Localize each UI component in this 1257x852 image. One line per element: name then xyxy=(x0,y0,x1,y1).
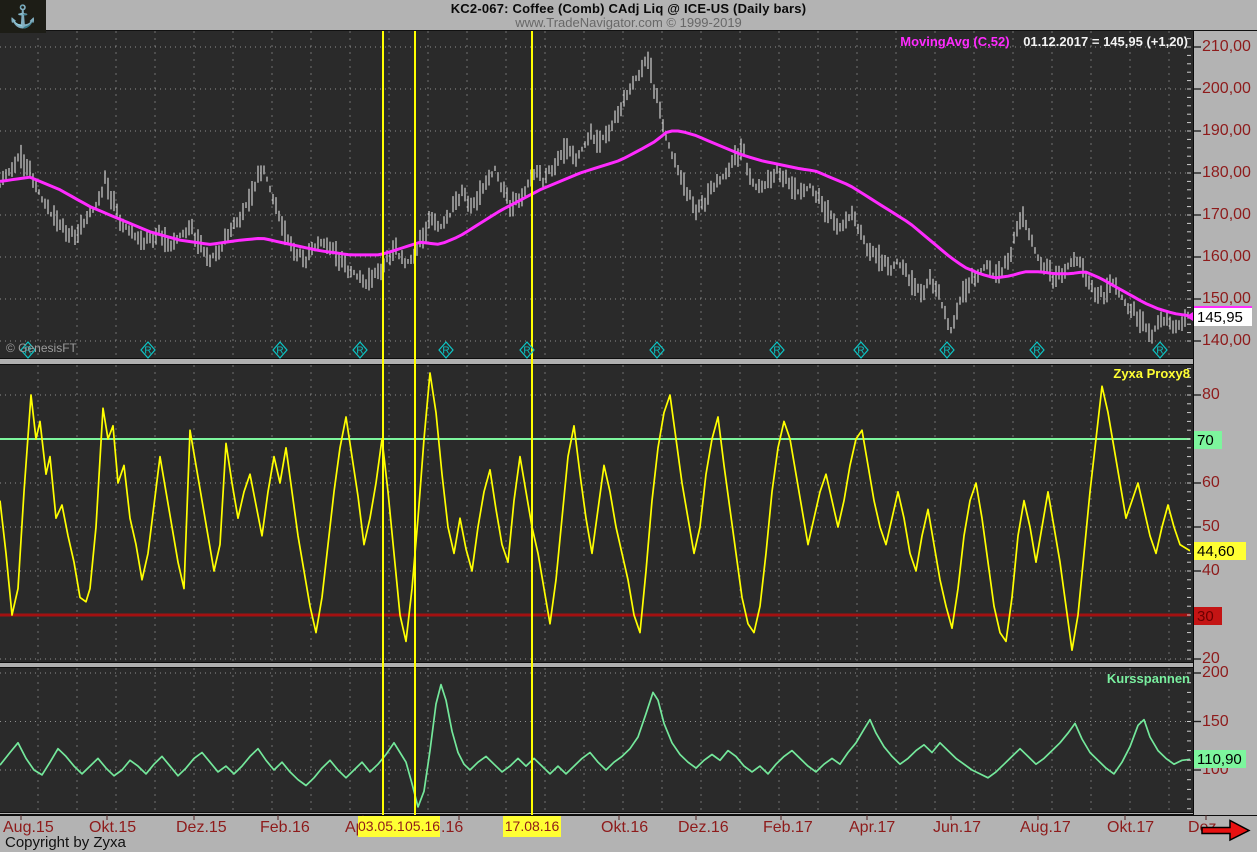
price-panel[interactable] xyxy=(0,30,1193,358)
anchor-icon: ⚓ xyxy=(9,6,36,28)
trade-navigator-window: RRRRRRRRRRRR KC2-067: Coffee (Comb) CAdj… xyxy=(0,0,1257,852)
panel-separator xyxy=(0,812,1193,815)
x-axis-bar[interactable] xyxy=(0,815,1257,852)
chart-subtitle: www.TradeNavigator.com © 1999-2019 xyxy=(0,15,1257,30)
header-bar: KC2-067: Coffee (Comb) CAdj Liq @ ICE-US… xyxy=(0,0,1257,31)
right-price-axis[interactable] xyxy=(1193,30,1257,815)
range-panel[interactable] xyxy=(0,668,1193,812)
oscillator-panel[interactable] xyxy=(0,365,1193,662)
chart-title: KC2-067: Coffee (Comb) CAdj Liq @ ICE-US… xyxy=(0,0,1257,16)
panel-separator[interactable] xyxy=(0,358,1193,365)
panel-separator[interactable] xyxy=(0,662,1193,668)
genesis-logo: ⚓ xyxy=(0,0,46,33)
